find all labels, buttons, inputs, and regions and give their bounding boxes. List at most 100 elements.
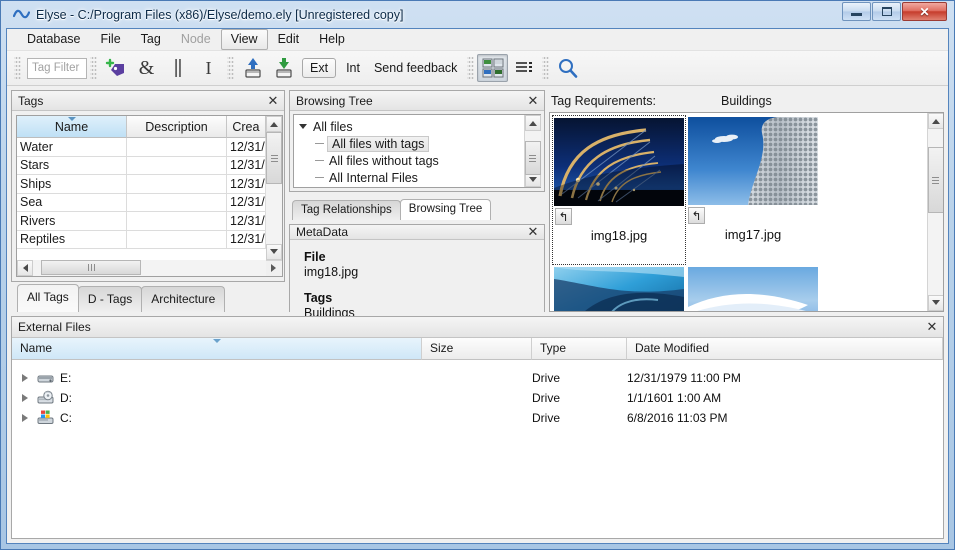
column-header-name[interactable]: Name xyxy=(17,116,127,138)
scroll-thumb[interactable] xyxy=(524,141,541,175)
scroll-thumb[interactable] xyxy=(927,147,943,213)
toolbar-gripper[interactable] xyxy=(542,56,550,80)
int-toggle-button[interactable]: Int xyxy=(339,61,367,75)
tag-filter-input[interactable]: Tag Filter xyxy=(27,57,87,79)
close-button[interactable]: ✕ xyxy=(902,2,947,21)
table-row[interactable]: Rivers 12/31/ xyxy=(17,212,266,231)
tree-item-all-files-with-tags[interactable]: All files with tags xyxy=(297,135,524,152)
table-row[interactable]: Ships 12/31/ xyxy=(17,175,266,194)
toolbar-gripper[interactable] xyxy=(90,56,97,80)
table-row[interactable]: D: Drive 1/1/1601 1:00 AM xyxy=(12,388,943,408)
column-header-created[interactable]: Crea xyxy=(227,116,266,138)
scroll-up-button[interactable] xyxy=(927,113,943,129)
scroll-track[interactable] xyxy=(927,129,943,295)
tree-list: All files All files with tags All files … xyxy=(294,115,524,187)
thumbnail-item-img18[interactable]: ↰ img18.jpg xyxy=(552,115,686,265)
tags-panel-close-icon[interactable]: ✕ xyxy=(266,93,280,108)
export-up-arrow-icon xyxy=(244,58,261,78)
metadata-close-icon[interactable]: ✕ xyxy=(526,224,540,239)
expand-icon[interactable] xyxy=(22,393,28,402)
menu-bar: Database File Tag Node View Edit Help xyxy=(7,29,948,51)
browsing-tree-close-icon[interactable]: ✕ xyxy=(526,93,540,108)
scroll-track[interactable] xyxy=(266,132,283,244)
table-row[interactable]: E: Drive 12/31/1979 11:00 PM xyxy=(12,368,943,388)
expand-collapse-icon[interactable] xyxy=(297,121,308,132)
thumbnail-vertical-scrollbar[interactable] xyxy=(927,113,943,311)
thumbnail-image-bridge-night xyxy=(554,118,684,206)
tab-tag-relationships[interactable]: Tag Relationships xyxy=(292,200,401,220)
column-header-date-modified-label: Date Modified xyxy=(635,341,710,355)
menu-item-edit[interactable]: Edit xyxy=(268,29,310,50)
add-tag-button[interactable] xyxy=(100,54,131,82)
minimize-button[interactable] xyxy=(842,2,871,21)
metadata-value-file: img18.jpg xyxy=(304,265,359,279)
maximize-button[interactable] xyxy=(872,2,901,21)
tags-horizontal-scrollbar[interactable] xyxy=(17,259,282,276)
tags-panel-title: Tags xyxy=(18,93,44,108)
scroll-thumb[interactable] xyxy=(266,132,283,184)
tree-item-all-files-without-tags[interactable]: All files without tags xyxy=(297,152,524,169)
column-header-date-modified[interactable]: Date Modified xyxy=(627,337,943,360)
external-files-close-icon[interactable]: ✕ xyxy=(925,319,939,334)
table-row[interactable]: Reptiles 12/31/ xyxy=(17,230,266,249)
ext-toggle-button[interactable]: Ext xyxy=(302,58,337,78)
scroll-up-button[interactable] xyxy=(524,115,541,131)
rotate-left-icon[interactable]: ↰ xyxy=(688,207,705,224)
table-row[interactable]: Stars 12/31/ xyxy=(17,156,266,175)
menu-item-file[interactable]: File xyxy=(91,29,131,50)
tab-all-tags[interactable]: All Tags xyxy=(17,283,79,312)
rotate-left-icon[interactable]: ↰ xyxy=(555,208,572,225)
thumbnail-item-4[interactable] xyxy=(686,265,820,311)
export-button[interactable] xyxy=(237,54,268,82)
tree-item-all-internal-files[interactable]: All Internal Files xyxy=(297,169,524,186)
thumbnail-item-3[interactable] xyxy=(552,265,686,311)
tags-grid-columns: Name Description Crea Water 12/31/ Stars… xyxy=(17,116,266,260)
column-header-name[interactable]: Name xyxy=(12,337,422,360)
table-row[interactable]: Water 12/31/ xyxy=(17,138,266,157)
tab-architecture[interactable]: Architecture xyxy=(141,285,226,312)
scroll-track[interactable] xyxy=(33,260,266,276)
tree-item-all-files[interactable]: All files xyxy=(297,118,524,135)
and-operator-button[interactable]: & xyxy=(131,54,162,82)
search-button[interactable] xyxy=(552,54,583,82)
tab-browsing-tree[interactable]: Browsing Tree xyxy=(399,199,492,220)
scroll-down-button[interactable] xyxy=(266,243,283,260)
cell-date-modified: 1/1/1601 1:00 AM xyxy=(627,390,722,405)
cell-tag-name: Rivers xyxy=(17,212,127,231)
tag-plus-icon xyxy=(105,58,124,76)
send-feedback-button[interactable]: Send feedback xyxy=(367,61,464,75)
table-row[interactable]: Sea 12/31/ xyxy=(17,193,266,212)
expand-icon[interactable] xyxy=(22,373,28,382)
toolbar-gripper[interactable] xyxy=(227,56,234,80)
column-header-size[interactable]: Size xyxy=(422,337,532,360)
scroll-track[interactable] xyxy=(524,131,541,175)
cell-drive-name[interactable]: C: xyxy=(12,410,422,425)
scroll-down-button[interactable] xyxy=(927,294,943,311)
tree-vertical-scrollbar[interactable] xyxy=(524,115,541,187)
scroll-thumb[interactable] xyxy=(41,260,141,275)
or-operator-button[interactable]: || xyxy=(162,54,193,82)
thumbnail-view-button[interactable] xyxy=(477,54,509,82)
thumbnail-item-img17[interactable]: ↰ img17.jpg xyxy=(686,115,820,265)
menu-item-database[interactable]: Database xyxy=(17,29,91,50)
menu-item-tag[interactable]: Tag xyxy=(131,29,171,50)
scroll-right-button[interactable] xyxy=(266,260,282,276)
not-operator-button[interactable]: I xyxy=(193,54,224,82)
menu-item-view[interactable]: View xyxy=(220,29,268,50)
cell-drive-name[interactable]: E: xyxy=(12,370,422,385)
scroll-up-button[interactable] xyxy=(266,116,283,132)
column-header-description[interactable]: Description xyxy=(127,116,227,138)
menu-item-help[interactable]: Help xyxy=(309,29,355,50)
column-header-type[interactable]: Type xyxy=(532,337,627,360)
tab-d-tags[interactable]: D - Tags xyxy=(77,285,143,312)
toolbar-gripper[interactable] xyxy=(14,56,21,80)
scroll-left-button[interactable] xyxy=(17,260,33,276)
tags-vertical-scrollbar[interactable] xyxy=(265,116,283,260)
toolbar-gripper[interactable] xyxy=(467,56,475,80)
expand-icon[interactable] xyxy=(22,413,28,422)
table-row[interactable]: C: Drive 6/8/2016 11:03 PM xyxy=(12,408,943,428)
list-view-button[interactable] xyxy=(508,54,539,82)
cell-drive-name[interactable]: D: xyxy=(12,390,422,405)
title-bar: Elyse - C:/Program Files (x86)/Elyse/dem… xyxy=(6,1,949,28)
import-button[interactable] xyxy=(268,54,299,82)
